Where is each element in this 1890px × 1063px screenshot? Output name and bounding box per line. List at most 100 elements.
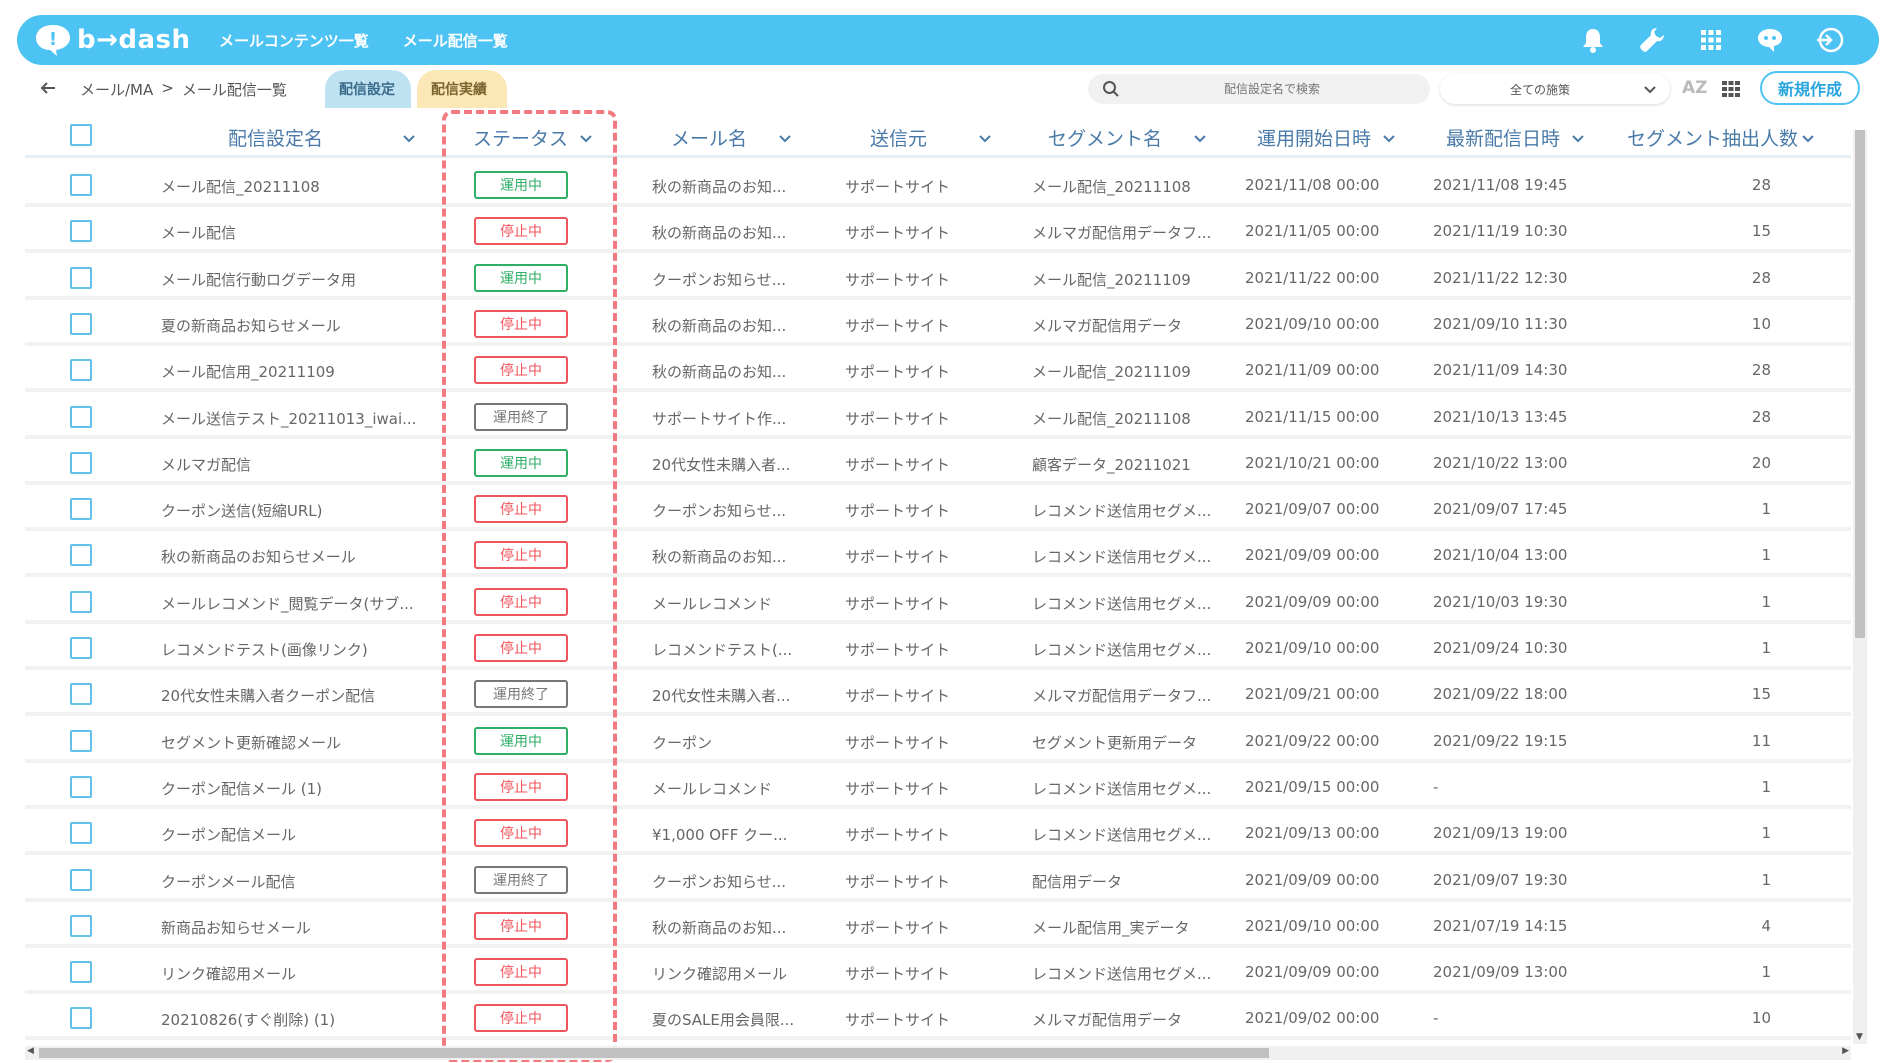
table-row[interactable]: 夏の新商品お知らせメール 秋の新商品のお知... サポートサイト メルマガ配信用データ… bbox=[25, 303, 1851, 346]
table-row[interactable]: メール配信 秋の新商品のお知... サポートサイト メルマガ配信用データフ... 202… bbox=[25, 211, 1851, 254]
cell-sender: サポートサイト bbox=[845, 316, 951, 335]
table-row[interactable]: クーポン配信メール ¥1,000 OFF クー... サポートサイト レコメンド送信用… bbox=[25, 813, 1851, 856]
tab-delivery-results[interactable]: 配信実績 bbox=[417, 70, 507, 108]
grid-view-icon[interactable] bbox=[1721, 79, 1741, 99]
row-checkbox[interactable] bbox=[70, 174, 92, 196]
table-row[interactable]: 20代女性未購入者クーポン配信 20代女性未購入者... サポートサイト メルマガ配信… bbox=[25, 674, 1851, 717]
row-checkbox[interactable] bbox=[70, 729, 92, 752]
table-row[interactable]: メール配信行動ログデータ用 クーポンお知らせ... サポートサイト メール配信_202… bbox=[25, 257, 1851, 300]
cell-name[interactable]: 20210826(すぐ削除) (1) bbox=[161, 1009, 335, 1030]
col-header-count[interactable]: セグメント抽出人数 bbox=[1627, 124, 1816, 151]
status-badge: 停止中 bbox=[474, 634, 568, 662]
row-checkbox[interactable] bbox=[70, 451, 92, 474]
row-checkbox[interactable] bbox=[70, 590, 92, 613]
col-header-sender[interactable]: 送信元 bbox=[870, 124, 993, 151]
apps-grid-icon[interactable] bbox=[1691, 22, 1731, 58]
bell-icon[interactable] bbox=[1573, 22, 1613, 58]
row-checkbox[interactable] bbox=[70, 683, 92, 706]
breadcrumb-mail-ma[interactable]: メール/MA bbox=[80, 79, 153, 100]
cell-sender: サポートサイト bbox=[845, 363, 951, 382]
sort-az-icon[interactable]: AZ bbox=[1682, 78, 1707, 98]
col-header-status[interactable]: ステータス bbox=[473, 124, 594, 151]
col-header-name[interactable]: 配信設定名 bbox=[228, 124, 417, 151]
row-checkbox[interactable] bbox=[70, 822, 92, 845]
cell-mail: ¥1,000 OFF クー... bbox=[652, 826, 788, 845]
wrench-icon[interactable] bbox=[1632, 22, 1672, 58]
cell-name[interactable]: クーポン配信メール bbox=[161, 824, 296, 845]
cell-name[interactable]: メール配信 bbox=[161, 222, 236, 243]
cell-name[interactable]: 秋の新商品のお知らせメール bbox=[161, 546, 356, 567]
select-all-checkbox[interactable] bbox=[70, 124, 92, 146]
table-row[interactable]: メール送信テスト_20211013_iwai... サポートサイト作... サポート… bbox=[25, 396, 1851, 439]
vertical-scroll-thumb[interactable] bbox=[1855, 130, 1865, 638]
tab-delivery-settings[interactable]: 配信設定 bbox=[325, 70, 411, 108]
nav-mail-delivery[interactable]: メール配信一覧 bbox=[403, 30, 508, 51]
col-header-segment[interactable]: セグメント名 bbox=[1048, 124, 1208, 151]
col-header-start[interactable]: 運用開始日時 bbox=[1257, 124, 1397, 151]
row-checkbox[interactable] bbox=[70, 637, 92, 659]
row-checkbox[interactable] bbox=[70, 544, 92, 567]
scroll-down-arrow-icon[interactable]: ▼ bbox=[1856, 1032, 1863, 1042]
cell-name[interactable]: メール配信行動ログデータ用 bbox=[161, 269, 356, 290]
row-checkbox[interactable] bbox=[70, 359, 92, 382]
table-row[interactable]: クーポン送信(短縮URL) クーポンお知らせ... サポートサイト レコメンド送信用セ… bbox=[25, 489, 1851, 532]
horizontal-scrollbar[interactable]: ◀ ▶ bbox=[25, 1046, 1851, 1060]
cell-name[interactable]: 新商品お知らせメール bbox=[161, 917, 311, 938]
table-row[interactable]: メール配信用_20211109 秋の新商品のお知... サポートサイト メール配信_2… bbox=[25, 350, 1851, 393]
nav-mail-contents[interactable]: メールコンテンツ一覧 bbox=[219, 30, 369, 51]
table-row[interactable]: 秋の新商品のお知らせメール 秋の新商品のお知... サポートサイト レコメンド送信用セ… bbox=[25, 535, 1851, 578]
cell-name[interactable]: 夏の新商品お知らせメール bbox=[161, 315, 341, 336]
cell-name[interactable]: クーポンメール配信 bbox=[161, 871, 296, 892]
row-checkbox[interactable] bbox=[70, 405, 92, 428]
create-new-button[interactable]: 新規作成 bbox=[1760, 71, 1860, 105]
table-row[interactable]: レコメンドテスト(画像リンク) レコメンドテスト(... サポートサイト レコメンド送… bbox=[25, 628, 1851, 670]
vertical-scrollbar[interactable]: ▼ bbox=[1853, 130, 1867, 1044]
cell-name[interactable]: メールレコメンド_閲覧データ(サブ... bbox=[161, 593, 414, 614]
col-header-mail[interactable]: メール名 bbox=[671, 124, 793, 151]
status-badge: 運用中 bbox=[474, 448, 568, 477]
cell-start: 2021/09/07 00:00 bbox=[1245, 500, 1380, 519]
horizontal-scroll-thumb[interactable] bbox=[39, 1048, 1269, 1058]
scroll-right-arrow-icon[interactable]: ▶ bbox=[1842, 1046, 1849, 1056]
cell-name[interactable]: クーポン送信(短縮URL) bbox=[161, 500, 322, 521]
col-header-latest[interactable]: 最新配信日時 bbox=[1446, 124, 1586, 151]
row-checkbox[interactable] bbox=[70, 775, 92, 798]
back-arrow-icon[interactable] bbox=[38, 78, 58, 98]
row-checkbox[interactable] bbox=[70, 220, 92, 243]
status-badge: 停止中 bbox=[474, 819, 568, 848]
scroll-left-arrow-icon[interactable]: ◀ bbox=[27, 1046, 34, 1056]
table-row[interactable]: メールレコメンド_閲覧データ(サブ... メールレコメンド サポートサイト レコメンド… bbox=[25, 581, 1851, 624]
table-row[interactable]: メルマガ配信 20代女性未購入者... サポートサイト 顧客データ_20211021 2… bbox=[25, 442, 1851, 485]
cell-name[interactable]: 20代女性未購入者クーポン配信 bbox=[161, 685, 375, 706]
cell-name[interactable]: セグメント更新確認メール bbox=[161, 732, 341, 753]
cell-name[interactable]: メール配信用_20211109 bbox=[161, 361, 335, 382]
chat-bot-icon[interactable] bbox=[1750, 22, 1790, 58]
cell-count: 28 bbox=[1751, 407, 1771, 426]
row-checkbox[interactable] bbox=[70, 1007, 92, 1030]
row-checkbox[interactable] bbox=[70, 914, 92, 937]
cell-sender: サポートサイト bbox=[845, 779, 951, 798]
campaign-filter-select[interactable]: 全ての施策 bbox=[1440, 74, 1670, 104]
table-row[interactable]: クーポン配信メール (1) メールレコメンド サポートサイト レコメンド送信用セグメ.… bbox=[25, 766, 1851, 809]
search-input[interactable] bbox=[1132, 78, 1412, 100]
table-row[interactable]: クーポンメール配信 クーポンお知らせ... サポートサイト 配信用データ 2021/09… bbox=[25, 859, 1851, 902]
cell-latest: 2021/10/22 13:00 bbox=[1433, 453, 1568, 472]
row-checkbox[interactable] bbox=[70, 312, 92, 335]
cell-name[interactable]: クーポン配信メール (1) bbox=[161, 778, 322, 799]
table-row[interactable]: 新商品お知らせメール 秋の新商品のお知... サポートサイト メール配信用_実データ 2… bbox=[25, 905, 1851, 948]
row-checkbox[interactable] bbox=[70, 961, 92, 984]
bdash-logo[interactable]: ! b→dash bbox=[33, 22, 190, 58]
table-row[interactable]: メール配信_20211108 秋の新商品のお知... サポートサイト メール配信_20… bbox=[25, 165, 1851, 207]
row-checkbox[interactable] bbox=[70, 266, 92, 289]
cell-name[interactable]: レコメンドテスト(画像リンク) bbox=[161, 639, 368, 660]
cell-name[interactable]: メルマガ配信 bbox=[161, 454, 251, 475]
table-row[interactable]: 20210826(すぐ削除) (1) 夏のSALE用会員限... サポートサイト メル… bbox=[25, 998, 1851, 1041]
cell-name[interactable]: リンク確認用メール bbox=[161, 963, 296, 984]
table-row[interactable]: リンク確認用メール リンク確認用メール サポートサイト レコメンド送信用セグメ... 2… bbox=[25, 952, 1851, 995]
row-checkbox[interactable] bbox=[70, 498, 92, 521]
table-row[interactable]: セグメント更新確認メール クーポン サポートサイト セグメント更新用データ 2021/0… bbox=[25, 720, 1851, 763]
cell-name[interactable]: メール配信_20211108 bbox=[161, 176, 320, 197]
logout-icon[interactable] bbox=[1809, 22, 1849, 58]
row-checkbox[interactable] bbox=[70, 868, 92, 891]
cell-name[interactable]: メール送信テスト_20211013_iwai... bbox=[161, 408, 416, 429]
